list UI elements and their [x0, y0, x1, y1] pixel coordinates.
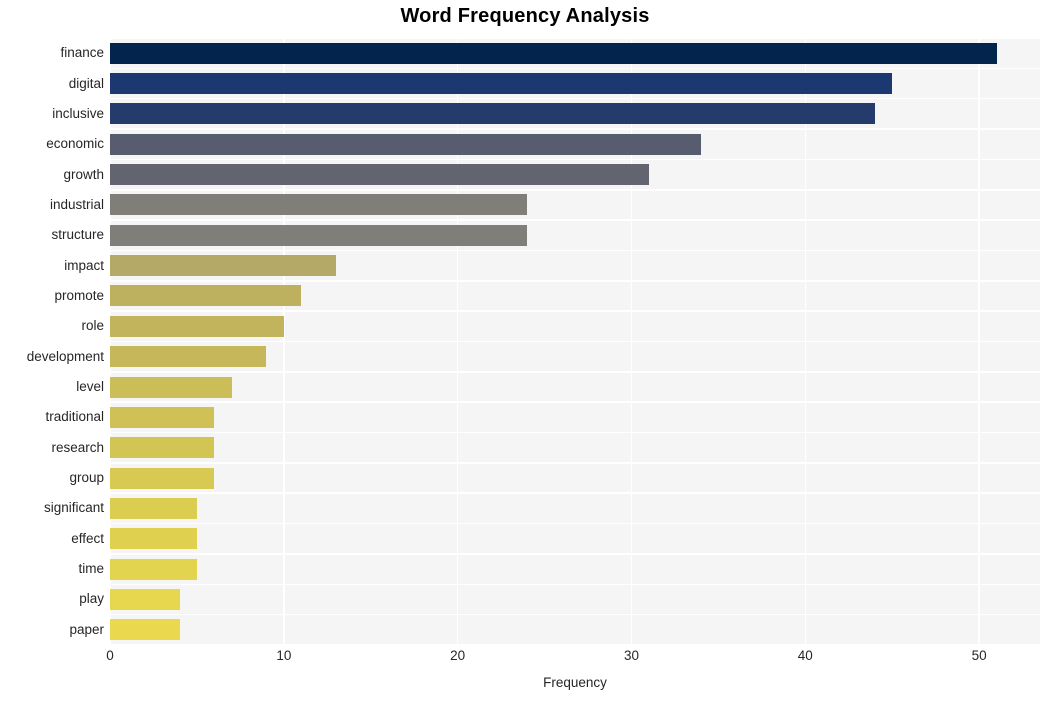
bar	[110, 194, 528, 216]
chart-title: Word Frequency Analysis	[400, 5, 650, 27]
y-axis-tick-label: play	[79, 591, 104, 607]
y-axis-tick-label: industrial	[49, 196, 104, 212]
gridline-horizontal	[110, 310, 1040, 312]
y-axis-tick-label: effect	[71, 530, 104, 546]
gridline-horizontal	[110, 613, 1040, 616]
bar	[110, 406, 215, 428]
gridline-horizontal	[110, 97, 1040, 100]
bar	[110, 285, 302, 307]
gridline-horizontal	[110, 128, 1040, 130]
gridline-horizontal	[110, 67, 1040, 70]
bar	[110, 73, 893, 95]
bar	[110, 133, 702, 155]
y-axis-tick-label: inclusive	[52, 105, 104, 121]
x-axis-label: Frequency	[543, 675, 607, 690]
y-axis-tick-label: paper	[69, 621, 104, 637]
gridline-horizontal	[110, 492, 1040, 495]
y-axis-tick-label: finance	[60, 45, 104, 61]
x-axis-tick-label: 20	[450, 648, 466, 663]
x-axis-tick-label: 30	[623, 648, 639, 663]
bar	[110, 103, 875, 125]
bar	[110, 315, 284, 337]
y-axis-tick-label: research	[51, 439, 104, 455]
bar	[110, 528, 197, 550]
bar	[110, 224, 528, 246]
bar	[110, 558, 197, 580]
y-axis-tick-labels: finance digital inclusive economic growth ind…	[0, 38, 104, 645]
bar	[110, 467, 215, 489]
bar	[110, 619, 180, 641]
gridline-horizontal	[110, 401, 1040, 403]
gridline-horizontal	[110, 188, 1040, 191]
bar	[110, 164, 649, 186]
x-axis-tick-label: 40	[797, 648, 813, 663]
y-axis-tick-label: traditional	[45, 409, 104, 425]
gridline-horizontal	[110, 371, 1040, 373]
gridline-horizontal	[110, 219, 1040, 221]
bar	[110, 497, 197, 519]
y-axis-tick-label: digital	[68, 75, 104, 91]
gridline-horizontal	[110, 522, 1040, 525]
gridline-horizontal	[110, 553, 1040, 555]
y-axis-tick-label: significant	[43, 500, 104, 516]
y-axis-tick-label: development	[26, 348, 104, 364]
bar	[110, 346, 267, 368]
y-axis-tick-label: economic	[46, 136, 104, 152]
gridline-horizontal	[110, 583, 1040, 586]
y-axis-tick-label: group	[69, 470, 104, 486]
gridline-horizontal	[110, 340, 1040, 343]
gridline-horizontal	[110, 644, 1040, 645]
y-axis-tick-label: structure	[51, 227, 104, 243]
y-axis-tick-label: time	[78, 561, 104, 577]
bar	[110, 42, 997, 64]
y-axis-tick-label: promote	[54, 287, 104, 303]
gridline-horizontal	[110, 249, 1040, 252]
x-axis-tick-label: 50	[971, 648, 987, 663]
gridline-horizontal	[110, 280, 1040, 282]
gridline-horizontal	[110, 38, 1040, 39]
y-axis-tick-label: role	[81, 318, 104, 334]
bar	[110, 376, 232, 398]
chart-figure: Word Frequency Analysis finance digital in…	[0, 0, 1050, 701]
plot-area	[110, 38, 1040, 645]
bar	[110, 255, 336, 277]
x-axis-tick-label: 0	[106, 648, 114, 663]
gridline-horizontal	[110, 158, 1040, 161]
y-axis-tick-label: growth	[63, 166, 104, 182]
gridline-horizontal	[110, 431, 1040, 434]
gridline-horizontal	[110, 462, 1040, 464]
bar	[110, 437, 215, 459]
bar	[110, 588, 180, 610]
x-axis-tick-labels: 0 10 20 30 40 50	[0, 648, 1050, 668]
y-axis-tick-label: level	[76, 379, 104, 395]
y-axis-tick-label: impact	[64, 257, 104, 273]
x-axis-tick-label: 10	[276, 648, 292, 663]
